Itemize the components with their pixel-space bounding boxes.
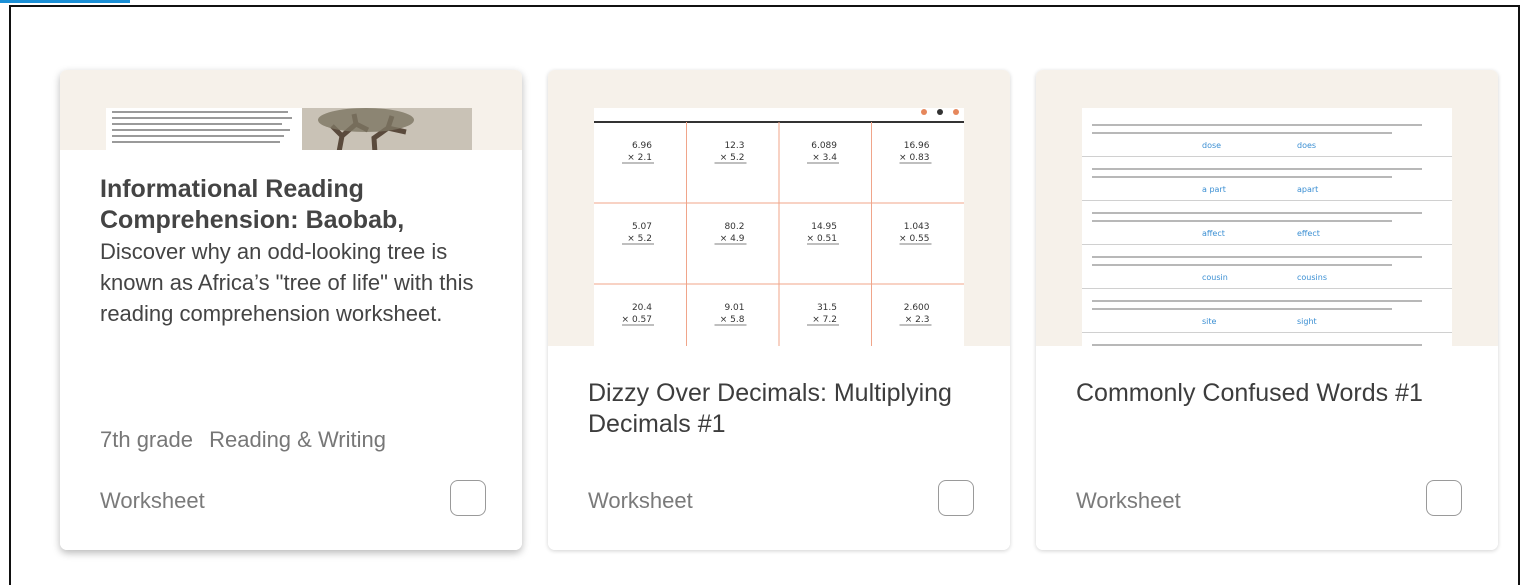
choice-word-text: dose bbox=[1202, 141, 1221, 150]
resource-type-label: Worksheet bbox=[100, 488, 205, 513]
grid-problem-text: 1.043 bbox=[904, 222, 930, 232]
choice-word-text: cousin bbox=[1202, 273, 1228, 282]
grid-problem-text: × 0.83 bbox=[899, 153, 929, 163]
grade-label: 7th grade bbox=[100, 427, 193, 452]
choice-word-text: apart bbox=[1297, 185, 1318, 194]
select-checkbox[interactable] bbox=[1426, 480, 1462, 516]
grid-problem-text: × 0.55 bbox=[899, 234, 929, 244]
grid-problem-text: × 0.51 bbox=[807, 234, 837, 244]
grid-problem-text: × 5.2 bbox=[720, 153, 745, 163]
choice-word-text: affect bbox=[1202, 229, 1225, 238]
resource-type-label: Worksheet bbox=[1076, 488, 1181, 513]
worksheet-preview: 6.96 × 2.1 12.3 × 5.2 6.089 × 3.4 16.96 × 0.83 5… bbox=[594, 108, 964, 346]
grid-problem-text: 6.96 bbox=[632, 141, 652, 151]
grid-problem-text: 31.5 bbox=[817, 303, 837, 313]
worksheet-card-confused-words[interactable]: dose does a part apart affect effect cousin cou… bbox=[1036, 70, 1498, 550]
choice-word-text: effect bbox=[1297, 229, 1320, 238]
grid-problem-text: 6.089 bbox=[811, 141, 837, 151]
choice-word-text: cousins bbox=[1297, 273, 1327, 282]
card-description: Discover why an odd-looking tree is know… bbox=[100, 239, 474, 326]
card-title[interactable]: Dizzy Over Decimals: Multiplying Decimal… bbox=[588, 378, 970, 440]
grid-problem-text: × 0.57 bbox=[622, 315, 652, 325]
grid-problem-text: × 4.9 bbox=[720, 234, 745, 244]
grid-problem-text: × 7.2 bbox=[812, 315, 837, 325]
decimal-grid-preview: 6.96 × 2.1 12.3 × 5.2 6.089 × 3.4 16.96 × 0.83 5… bbox=[594, 109, 964, 346]
card-title[interactable]: Commonly Confused Words #1 bbox=[1076, 378, 1458, 409]
grid-problem-text: 14.95 bbox=[811, 222, 837, 232]
top-accent-bar bbox=[0, 0, 130, 3]
card-title[interactable]: Informational Reading Comprehension: Bao… bbox=[100, 174, 482, 236]
choice-word-text: site bbox=[1202, 317, 1217, 326]
select-checkbox[interactable] bbox=[938, 480, 974, 516]
worksheet-card-baobab[interactable]: Informational Reading Comprehension: Bao… bbox=[60, 70, 522, 550]
worksheet-preview: dose does a part apart affect effect cousin cou… bbox=[1082, 108, 1452, 346]
grid-problem-text: 5.07 bbox=[632, 222, 652, 232]
grid-problem-text: 9.01 bbox=[724, 303, 744, 313]
card-thumbnail bbox=[60, 70, 522, 150]
card-meta: 7th grade Reading & Writing bbox=[100, 427, 386, 453]
select-checkbox[interactable] bbox=[450, 480, 486, 516]
choice-word-text: sight bbox=[1297, 317, 1317, 326]
grid-problem-text: 80.2 bbox=[724, 222, 744, 232]
grid-problem-text: 20.4 bbox=[632, 303, 652, 313]
grid-problem-text: × 3.4 bbox=[812, 153, 837, 163]
grid-problem-text: × 5.2 bbox=[627, 234, 652, 244]
grid-problem-text: 2.600 bbox=[904, 303, 930, 313]
choice-word-text: does bbox=[1297, 141, 1316, 150]
grid-problem-text: × 5.8 bbox=[720, 315, 745, 325]
choice-word-text: a part bbox=[1202, 185, 1226, 194]
preview-page-image bbox=[106, 108, 472, 150]
grid-problem-text: × 2.3 bbox=[905, 315, 930, 325]
grid-problem-text: × 2.1 bbox=[627, 153, 652, 163]
worksheet-card-decimals[interactable]: 6.96 × 2.1 12.3 × 5.2 6.089 × 3.4 16.96 × 0.83 5… bbox=[548, 70, 1010, 550]
word-choices-preview: dose does a part apart affect effect cousin cou… bbox=[1082, 108, 1452, 346]
card-thumbnail: 6.96 × 2.1 12.3 × 5.2 6.089 × 3.4 16.96 × 0.83 5… bbox=[548, 70, 1010, 346]
subject-label: Reading & Writing bbox=[209, 427, 386, 452]
grid-problem-text: 12.3 bbox=[724, 141, 744, 151]
grid-problem-text: 16.96 bbox=[904, 141, 930, 151]
resource-type-label: Worksheet bbox=[588, 488, 693, 513]
worksheet-preview bbox=[106, 108, 472, 150]
card-thumbnail: dose does a part apart affect effect cousin cou… bbox=[1036, 70, 1498, 346]
